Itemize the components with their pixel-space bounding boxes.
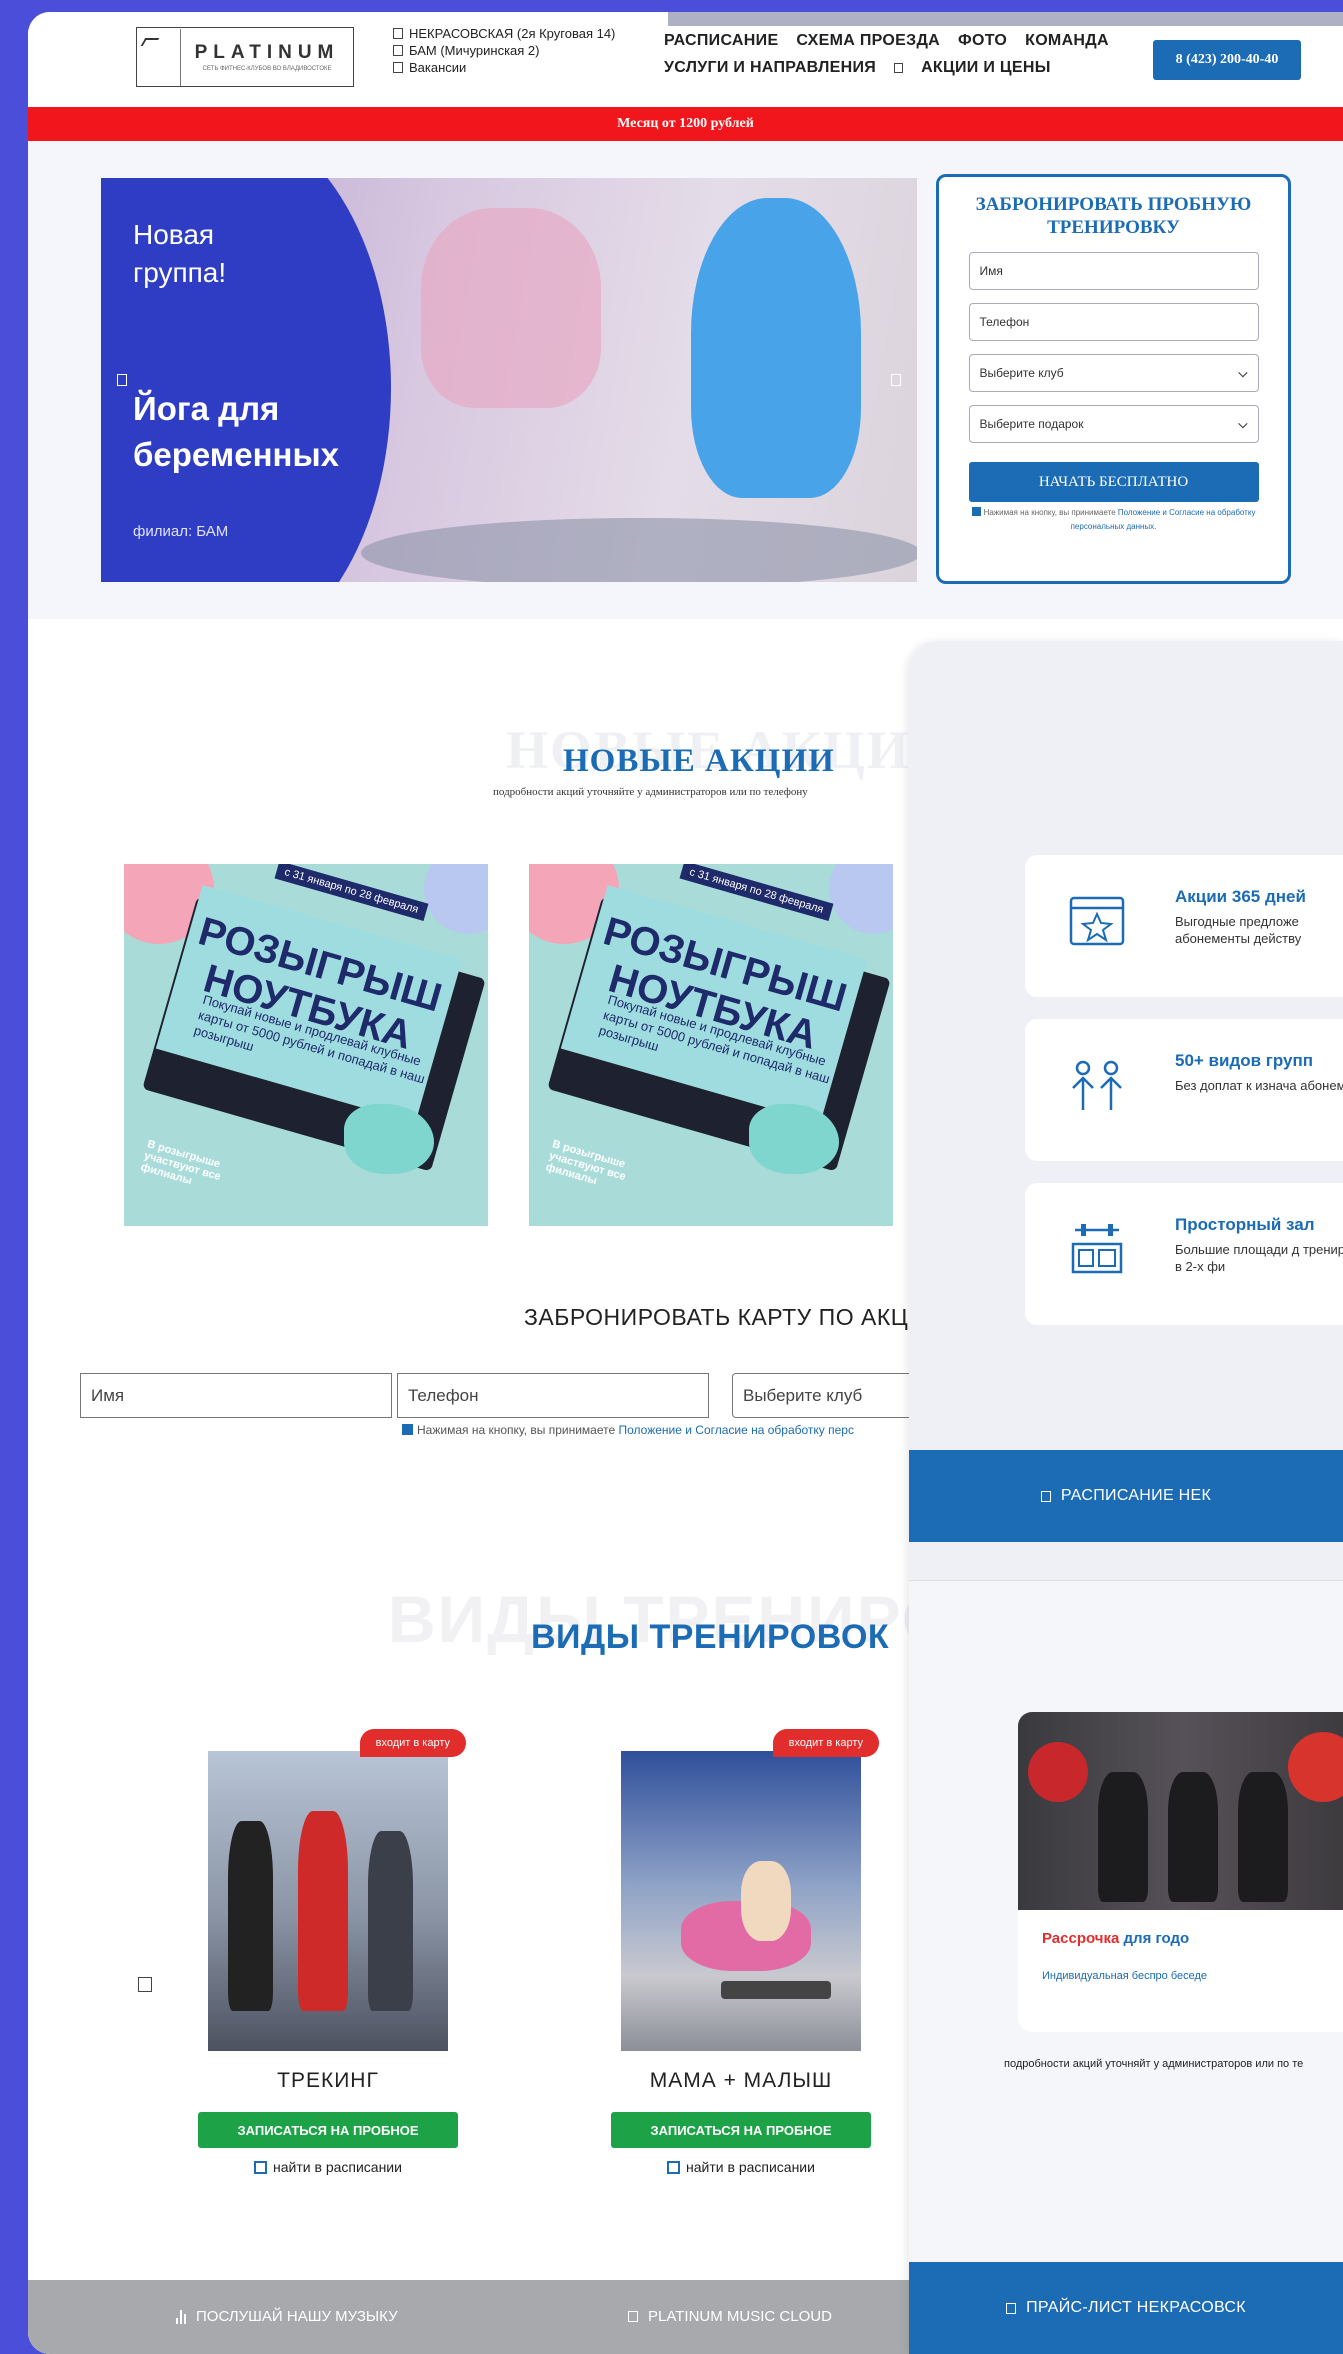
installment-note: подробности акций уточняйт у администрат…	[1004, 2058, 1304, 2070]
chevron-down-icon: ⌵	[1238, 416, 1248, 431]
banner-branch: филиал: БАМ	[133, 523, 229, 540]
balloon	[424, 864, 488, 934]
nav-directions[interactable]: СХЕМА ПРОЕЗДА	[796, 32, 940, 50]
treking-photo	[208, 1751, 448, 2051]
installment-desc: Индивидуальная беспро беседе	[1042, 1970, 1208, 1982]
slider-prev-icon[interactable]	[138, 1977, 152, 1992]
branch-links: НЕКРАСОВСКАЯ (2я Круговая 14) БАМ (Мичур…	[393, 25, 615, 76]
feature-card-promos: Акции 365 дней Выгодные предложе абонеме…	[1025, 855, 1343, 997]
trial-form-title: ЗАБРОНИРОВАТЬ ПРОБНУЮ ТРЕНИРОВКУ	[975, 194, 1252, 238]
feature-card-groups: 50+ видов групп Без доплат к изнача абон…	[1025, 1019, 1343, 1161]
slider-next-icon[interactable]	[891, 374, 901, 386]
music-bars-icon	[176, 2309, 186, 2324]
promo-card[interactable]: с 31 января по 28 февраля РОЗЫГРЫШ НОУТБ…	[529, 864, 893, 1226]
slider-prev-icon[interactable]	[117, 374, 127, 386]
banner-tagline: Новая группа!	[133, 219, 227, 288]
promo-note: В розыгрыше участвуют все филиалы	[544, 1138, 627, 1188]
feature-title: Акции 365 дней	[1175, 887, 1306, 906]
hero-banner[interactable]: Новая группа! Йога для беременных филиал…	[101, 178, 917, 582]
nav-schedule[interactable]: РАСПИСАНИЕ	[664, 32, 778, 50]
yoga-mat	[361, 518, 917, 582]
consent-checkbox[interactable]	[971, 507, 981, 516]
card-name-input[interactable]: Имя	[80, 1373, 392, 1418]
site-header: PLATINUM СЕТЬ ФИТНЕС-КЛУБОВ ВО ВЛАДИВОСТ…	[28, 12, 1343, 115]
start-free-button[interactable]: НАЧАТЬ БЕСПЛАТНО	[968, 462, 1259, 502]
main-nav: РАСПИСАНИЕ СХЕМА ПРОЕЗДА ФОТО КОМАНДА УС…	[664, 32, 1109, 86]
feature-title: Просторный зал	[1175, 1215, 1315, 1234]
promotions-subtitle: подробности акций уточняйте у администра…	[493, 786, 808, 798]
dropdown-icon	[894, 63, 904, 73]
calendar-icon	[1040, 1490, 1051, 1502]
price-list-button[interactable]: ПРАЙС-ЛИСТ НЕКРАСОВСК	[909, 2262, 1343, 2354]
installment-card[interactable]: Рассрочка для годо Индивидуальная беспро…	[1018, 1712, 1343, 2032]
training-label: МАМА + МАЛЫШ	[649, 2069, 833, 2092]
location-icon	[393, 45, 403, 56]
nav-photo[interactable]: ФОТО	[958, 32, 1007, 50]
feature-desc: Выгодные предложе абонементы действу	[1175, 914, 1302, 946]
cloud-icon	[628, 2311, 638, 2322]
gym-equipment-icon	[1071, 1224, 1123, 1274]
included-badge: входит в карту	[772, 1729, 879, 1757]
briefcase-icon	[393, 62, 403, 73]
trial-consent: Нажимая на кнопку, вы принимаете Положен…	[964, 506, 1264, 534]
fitness-photo	[1018, 1712, 1343, 1910]
yoga-pregnant-photo	[691, 198, 861, 498]
calendar-star-icon	[1069, 896, 1125, 946]
consent-link[interactable]: Положение и Согласие на обработку перс	[618, 1423, 854, 1437]
promo-note: В розыгрыше участвуют все филиалы	[139, 1138, 222, 1188]
hero-section: Новая группа! Йога для беременных филиал…	[28, 141, 1343, 619]
group-people-icon	[1072, 1060, 1122, 1110]
side-panel: Акции 365 дней Выгодные предложе абонеме…	[909, 641, 1343, 2354]
branch-link-nekrasovskaya[interactable]: НЕКРАСОВСКАЯ (2я Круговая 14)	[393, 25, 615, 42]
vacancies-link[interactable]: Вакансии	[393, 59, 615, 76]
included-badge: входит в карту	[359, 1729, 466, 1757]
yoga-person-photo	[421, 208, 601, 408]
trial-booking-form: ЗАБРОНИРОВАТЬ ПРОБНУЮ ТРЕНИРОВКУ Имя Тел…	[936, 174, 1291, 584]
nav-team[interactable]: КОМАНДА	[1025, 32, 1109, 50]
phone-button[interactable]: 8 (423) 200-40-40	[1153, 40, 1301, 80]
trainings-title: ВИДЫ ТРЕНИРОВОК	[531, 1618, 890, 1656]
trial-signup-button[interactable]: ЗАПИСАТЬСЯ НА ПРОБНОЕ	[198, 2112, 458, 2148]
nav-prices[interactable]: АКЦИИ И ЦЕНЫ	[921, 59, 1051, 77]
promotions-title: НОВЫЕ АКЦИИ	[563, 743, 835, 779]
card-consent: Нажимая на кнопку, вы принимаете Положен…	[402, 1423, 854, 1437]
trial-signup-button[interactable]: ЗАПИСАТЬСЯ НА ПРОБНОЕ	[611, 2112, 871, 2148]
listen-music-link[interactable]: ПОСЛУШАЙ НАШУ МУЗЫКУ	[176, 2308, 398, 2325]
card-booking-title: ЗАБРОНИРОВАТЬ КАРТУ ПО АКЦИИ	[524, 1304, 943, 1330]
balloon	[829, 864, 893, 934]
mama-malysh-photo	[621, 1751, 861, 2051]
name-input[interactable]: Имя	[968, 252, 1259, 290]
find-in-schedule[interactable]: найти в расписании	[208, 2159, 448, 2175]
nav-services[interactable]: УСЛУГИ И НАПРАВЛЕНИЯ	[664, 59, 876, 77]
banner-headline: Йога для беременных	[133, 390, 339, 473]
document-icon	[1006, 2302, 1017, 2314]
feature-card-hall: Просторный зал Большие площади д трениро…	[1025, 1183, 1343, 1325]
training-label: ТРЕКИНГ	[277, 2069, 379, 2092]
logo-subtitle: СЕТЬ ФИТНЕС-КЛУБОВ ВО ВЛАДИВОСТОКЕ	[202, 66, 332, 72]
logo-name: PLATINUM	[194, 42, 340, 63]
promo-card[interactable]: с 31 января по 28 февраля РОЗЫГРЫШ НОУТБ…	[124, 864, 488, 1226]
chevron-down-icon: ⌵	[1238, 365, 1248, 380]
logo-mark-icon	[137, 28, 181, 86]
feature-title: 50+ видов групп	[1175, 1051, 1314, 1070]
music-cloud-link[interactable]: PLATINUM MUSIC CLOUD	[628, 2308, 832, 2325]
gift-select[interactable]: Выберите подарок ⌵	[968, 405, 1259, 443]
logo[interactable]: PLATINUM СЕТЬ ФИТНЕС-КЛУБОВ ВО ВЛАДИВОСТ…	[136, 27, 354, 87]
find-in-schedule[interactable]: найти в расписании	[621, 2159, 861, 2175]
promo-bar[interactable]: Месяц от 1200 рублей	[28, 107, 1343, 141]
location-icon	[393, 28, 403, 39]
phone-input[interactable]: Телефон	[968, 303, 1259, 341]
checkbox-icon	[254, 2161, 268, 2174]
installment-title: Рассрочка для годо	[1042, 1930, 1190, 1947]
schedule-button[interactable]: РАСПИСАНИЕ НЕК	[909, 1450, 1343, 1542]
feature-desc: Без доплат к изнача абонемента	[1175, 1078, 1343, 1093]
checkbox-icon	[667, 2161, 681, 2174]
consent-checkbox[interactable]	[402, 1424, 413, 1435]
top-strip	[668, 12, 1343, 26]
feature-desc: Большие площади д тренировок в 2-х фи	[1175, 1242, 1343, 1274]
branch-link-bam[interactable]: БАМ (Мичуринская 2)	[393, 42, 615, 59]
club-select[interactable]: Выберите клуб ⌵	[968, 354, 1259, 392]
card-phone-input[interactable]: Телефон	[397, 1373, 709, 1418]
